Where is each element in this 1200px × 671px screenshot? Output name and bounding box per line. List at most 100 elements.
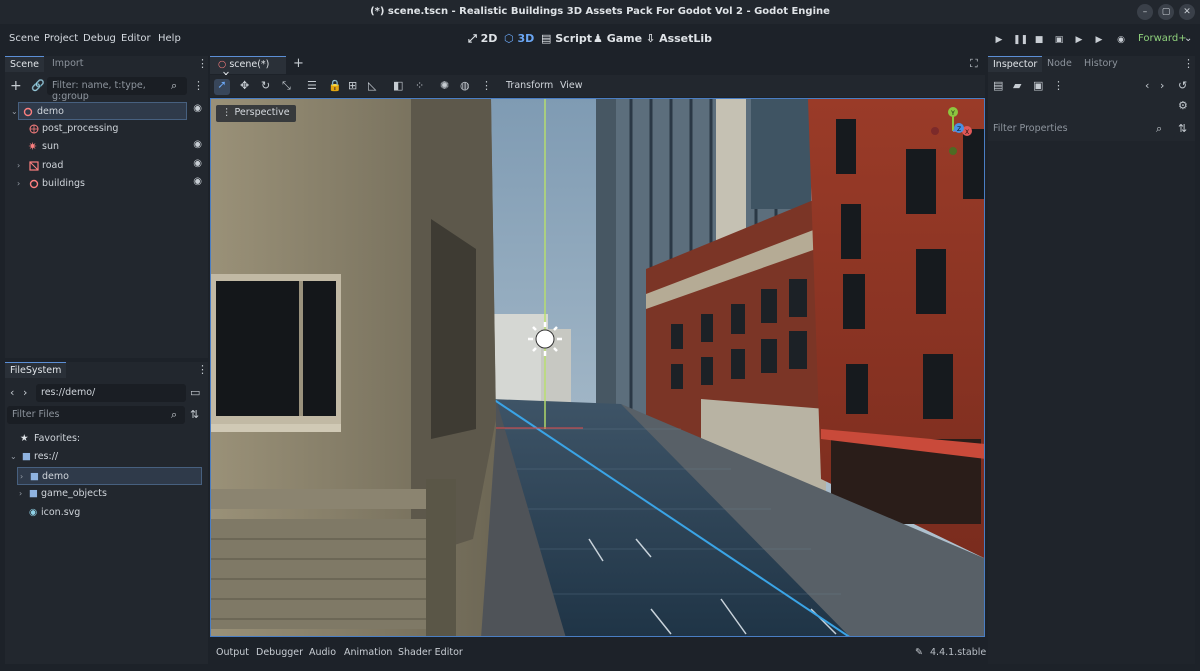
filter-files-input[interactable]: Filter Files <box>7 406 185 424</box>
tab-filesystem[interactable]: FileSystem <box>5 362 67 378</box>
workspace-script-button[interactable]: ▤ Script <box>541 32 592 45</box>
back-arrow-icon[interactable]: ‹ <box>10 387 14 399</box>
workspace-3d-button[interactable]: ⬡ 3D <box>504 32 534 45</box>
chevron-down-icon[interactable]: ⌄ <box>10 448 17 466</box>
add-node-icon[interactable]: + <box>10 79 22 93</box>
path-field[interactable]: res://demo/ <box>36 384 186 402</box>
workspace-assetlib-button[interactable]: ⇩ AssetLib <box>646 32 712 45</box>
tab-node[interactable]: Node <box>1042 56 1077 72</box>
filter-properties-input[interactable]: Filter Properties <box>988 120 1175 138</box>
editor-tab-bar: ○ scene(*) ✕ + ⛶ <box>210 56 985 81</box>
local-space-icon[interactable]: ◧ <box>393 80 403 92</box>
move-tool-icon[interactable]: ✥ <box>240 80 249 92</box>
pause-icon[interactable]: ❚❚ <box>1013 34 1028 46</box>
menu-scene[interactable]: Scene <box>9 33 40 44</box>
forward-arrow-icon[interactable]: › <box>23 387 27 399</box>
kebab-menu-icon[interactable]: ⋮ <box>1053 80 1064 92</box>
visibility-eye-icon[interactable]: ◉ <box>193 158 202 169</box>
update-spinner-icon[interactable]: ✎ <box>915 647 923 658</box>
menu-help[interactable]: Help <box>158 33 181 44</box>
tab-debugger[interactable]: Debugger <box>256 647 303 658</box>
folder-demo-item[interactable]: › ■ demo <box>17 467 202 485</box>
perspective-menu[interactable]: ⋮ Perspective <box>216 105 296 122</box>
snap-icon[interactable]: ⁘ <box>415 80 424 92</box>
new-resource-icon[interactable]: ▤ <box>993 80 1003 92</box>
chevron-right-icon[interactable]: › <box>20 468 23 486</box>
kebab-menu-icon[interactable]: ⋮ <box>197 58 208 70</box>
tree-node-demo[interactable]: ⌄ demo <box>11 102 187 120</box>
scene-filter-input[interactable]: Filter: name, t:type, g:group <box>47 77 187 102</box>
select-tool-icon[interactable]: ➚ <box>214 79 230 95</box>
environment-preview-icon[interactable]: ◍ <box>460 80 470 92</box>
kebab-menu-icon[interactable]: ⋮ <box>193 80 204 92</box>
lock-icon[interactable]: 🔒 <box>328 80 342 92</box>
3d-viewport[interactable]: ⋮ Perspective Y X Z <box>210 98 985 637</box>
movie-maker-icon[interactable]: ◉ <box>1115 34 1127 46</box>
remote-debug-icon[interactable]: ▣ <box>1053 34 1065 46</box>
chevron-right-icon[interactable]: › <box>17 157 20 175</box>
tree-node-road[interactable]: › road <box>17 157 200 175</box>
view-menu[interactable]: View <box>560 80 583 91</box>
object-history-icon[interactable]: ↺ <box>1178 80 1187 92</box>
run-scene-icon[interactable]: ▶ <box>1073 34 1085 46</box>
save-icon[interactable]: ▣ <box>1033 80 1043 92</box>
sort-icon[interactable]: ⇅ <box>190 409 199 421</box>
minimize-button[interactable]: – <box>1137 4 1153 20</box>
visibility-eye-icon[interactable]: ◉ <box>193 176 202 187</box>
tab-animation[interactable]: Animation <box>344 647 392 658</box>
favorites-item[interactable]: ★ Favorites: <box>20 430 200 448</box>
close-window-button[interactable]: ✕ <box>1179 4 1195 20</box>
chevron-right-icon[interactable]: › <box>17 175 20 193</box>
tab-inspector[interactable]: Inspector <box>988 56 1043 72</box>
split-view-icon[interactable]: ▭ <box>190 387 200 399</box>
tab-import[interactable]: Import <box>47 56 89 72</box>
tab-audio[interactable]: Audio <box>309 647 336 658</box>
stop-icon[interactable]: ■ <box>1033 34 1045 46</box>
distraction-free-icon[interactable]: ⛶ <box>970 58 978 70</box>
history-forward-icon[interactable]: › <box>1160 80 1164 92</box>
rotate-tool-icon[interactable]: ↻ <box>261 80 270 92</box>
assetlib-icon: ⇩ <box>646 32 656 45</box>
ruler-icon[interactable]: ◺ <box>368 80 376 92</box>
chevron-down-icon[interactable]: ⌄ <box>1184 33 1192 44</box>
tab-history[interactable]: History <box>1079 56 1123 72</box>
group-icon[interactable]: ⊞ <box>348 80 357 92</box>
chevron-down-icon[interactable]: ⌄ <box>11 103 18 121</box>
tab-scene[interactable]: Scene <box>5 56 44 72</box>
tab-scene-file[interactable]: ○ scene(*) ✕ <box>210 56 286 81</box>
run-custom-scene-icon[interactable]: ▶ <box>1093 34 1105 46</box>
visibility-eye-icon[interactable]: ◉ <box>193 103 202 114</box>
renderer-dropdown[interactable]: Forward+ <box>1138 33 1187 44</box>
tree-node-sun[interactable]: ✷ sun <box>25 138 200 156</box>
open-folder-icon[interactable]: ▰ <box>1013 80 1021 92</box>
tree-node-post-processing[interactable]: post_processing <box>25 120 200 138</box>
workspace-2d-button[interactable]: ⤢ 2D <box>468 32 497 46</box>
menu-editor[interactable]: Editor <box>121 33 151 44</box>
kebab-menu-icon[interactable]: ⋮ <box>1183 58 1194 70</box>
add-tab-icon[interactable]: + <box>293 57 304 70</box>
property-settings-icon[interactable]: ⇅ <box>1178 123 1187 135</box>
history-back-icon[interactable]: ‹ <box>1145 80 1149 92</box>
sun-preview-icon[interactable]: ✺ <box>440 80 449 92</box>
folder-game-objects-item[interactable]: › ■ game_objects <box>17 485 202 503</box>
res-root-item[interactable]: ⌄ ■ res:// <box>10 448 200 466</box>
menu-project[interactable]: Project <box>44 33 78 44</box>
file-icon-svg-item[interactable]: ◉ icon.svg <box>17 504 202 522</box>
play-icon[interactable]: ▶ <box>993 34 1005 46</box>
tree-node-buildings[interactable]: › buildings <box>17 175 200 193</box>
kebab-menu-icon[interactable]: ⋮ <box>197 364 208 376</box>
chevron-right-icon[interactable]: › <box>19 485 22 503</box>
object-settings-icon[interactable]: ⚙ <box>1178 100 1188 112</box>
menu-debug[interactable]: Debug <box>83 33 116 44</box>
link-icon[interactable]: 🔗 <box>31 80 45 92</box>
tab-output[interactable]: Output <box>216 647 249 658</box>
orientation-gizmo[interactable]: Y X Z <box>923 104 983 159</box>
workspace-game-button[interactable]: ♟ Game <box>593 32 642 45</box>
list-select-icon[interactable]: ☰ <box>307 80 317 92</box>
visibility-eye-icon[interactable]: ◉ <box>193 139 202 150</box>
kebab-menu-icon[interactable]: ⋮ <box>481 80 492 92</box>
maximize-button[interactable]: ▢ <box>1158 4 1174 20</box>
scale-tool-icon[interactable]: ⤡ <box>282 80 291 92</box>
tab-shader-editor[interactable]: Shader Editor <box>398 647 463 658</box>
transform-menu[interactable]: Transform <box>506 80 553 91</box>
